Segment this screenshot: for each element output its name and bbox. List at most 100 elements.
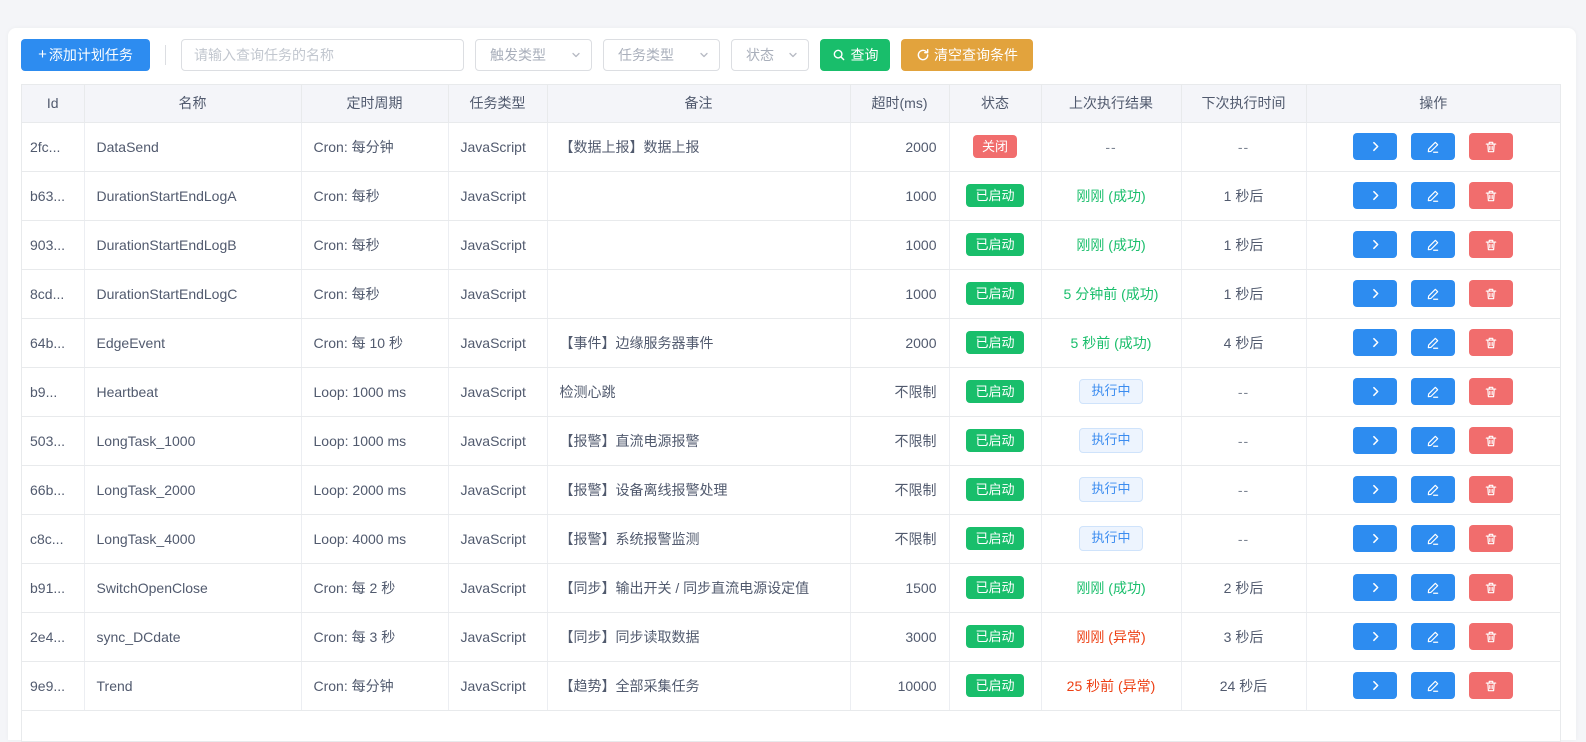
cell-last-result: 刚刚 (成功)	[1041, 563, 1181, 612]
delete-task-button[interactable]	[1469, 280, 1513, 307]
edit-task-button[interactable]	[1411, 280, 1455, 307]
chevron-right-icon	[1369, 532, 1382, 545]
cell-task-name: sync_DCdate	[84, 612, 301, 661]
run-task-button[interactable]	[1353, 574, 1397, 601]
run-task-button[interactable]	[1353, 231, 1397, 258]
column-header: 下次执行时间	[1181, 85, 1306, 122]
edit-task-button[interactable]	[1411, 378, 1455, 405]
delete-task-button[interactable]	[1469, 672, 1513, 699]
cell-task-type: JavaScript	[448, 563, 547, 612]
cell-task-type: JavaScript	[448, 465, 547, 514]
run-task-button[interactable]	[1353, 280, 1397, 307]
query-button[interactable]: 查询	[820, 39, 890, 71]
cell-actions	[1306, 220, 1560, 269]
cell-actions	[1306, 122, 1560, 171]
cell-last-result: --	[1041, 122, 1181, 171]
running-badge: 执行中	[1079, 477, 1142, 502]
cell-timeout: 2000	[850, 122, 949, 171]
trash-icon	[1484, 581, 1498, 595]
delete-task-button[interactable]	[1469, 623, 1513, 650]
delete-task-button[interactable]	[1469, 476, 1513, 503]
task-type-select[interactable]: 任务类型	[603, 39, 720, 71]
delete-task-button[interactable]	[1469, 574, 1513, 601]
cell-actions	[1306, 269, 1560, 318]
delete-task-button[interactable]	[1469, 231, 1513, 258]
delete-task-button[interactable]	[1469, 329, 1513, 356]
cell-task-name: Trend	[84, 661, 301, 710]
cell-schedule-period: Cron: 每秒	[301, 220, 448, 269]
delete-task-button[interactable]	[1469, 427, 1513, 454]
task-type-select-value: 任务类型	[618, 45, 674, 65]
cell-next-run-time: --	[1181, 465, 1306, 514]
pencil-icon	[1426, 483, 1440, 497]
cell-schedule-period: Cron: 每 10 秒	[301, 318, 448, 367]
delete-task-button[interactable]	[1469, 182, 1513, 209]
cell-timeout: 3000	[850, 612, 949, 661]
cell-task-id: 503...	[22, 416, 84, 465]
chevron-right-icon	[1369, 434, 1382, 447]
delete-task-button[interactable]	[1469, 133, 1513, 160]
table-row: b9...HeartbeatLoop: 1000 msJavaScript检测心…	[22, 367, 1560, 416]
cell-note: 【事件】边缘服务器事件	[547, 318, 850, 367]
column-header: 状态	[949, 85, 1041, 122]
cell-status: 已启动	[949, 220, 1041, 269]
status-badge: 已启动	[966, 380, 1023, 404]
cell-actions	[1306, 318, 1560, 367]
status-badge: 已启动	[966, 429, 1023, 453]
delete-task-button[interactable]	[1469, 525, 1513, 552]
cell-next-run-time: --	[1181, 367, 1306, 416]
cell-task-type: JavaScript	[448, 612, 547, 661]
run-task-button[interactable]	[1353, 378, 1397, 405]
cell-actions	[1306, 612, 1560, 661]
status-select[interactable]: 状态	[731, 39, 809, 71]
cell-task-id: c8c...	[22, 514, 84, 563]
edit-task-button[interactable]	[1411, 133, 1455, 160]
run-task-button[interactable]	[1353, 329, 1397, 356]
edit-task-button[interactable]	[1411, 427, 1455, 454]
edit-task-button[interactable]	[1411, 182, 1455, 209]
run-task-button[interactable]	[1353, 525, 1397, 552]
table-row: 9e9...TrendCron: 每分钟JavaScript【趋势】全部采集任务…	[22, 661, 1560, 710]
cell-task-type: JavaScript	[448, 661, 547, 710]
cell-task-type: JavaScript	[448, 122, 547, 171]
edit-task-button[interactable]	[1411, 525, 1455, 552]
run-task-button[interactable]	[1353, 133, 1397, 160]
edit-task-button[interactable]	[1411, 672, 1455, 699]
pencil-icon	[1426, 630, 1440, 644]
task-name-search-input[interactable]	[181, 39, 464, 71]
running-badge: 执行中	[1079, 428, 1142, 453]
edit-task-button[interactable]	[1411, 329, 1455, 356]
clear-query-button[interactable]: 清空查询条件	[901, 39, 1033, 71]
run-task-button[interactable]	[1353, 476, 1397, 503]
run-task-button[interactable]	[1353, 672, 1397, 699]
edit-task-button[interactable]	[1411, 623, 1455, 650]
cell-next-run-time: --	[1181, 122, 1306, 171]
cell-actions	[1306, 367, 1560, 416]
chevron-right-icon	[1369, 238, 1382, 251]
edit-task-button[interactable]	[1411, 476, 1455, 503]
trigger-type-select[interactable]: 触发类型	[475, 39, 592, 71]
cell-task-id: 8cd...	[22, 269, 84, 318]
cell-task-type: JavaScript	[448, 367, 547, 416]
edit-task-button[interactable]	[1411, 231, 1455, 258]
table-row: 903...DurationStartEndLogBCron: 每秒JavaSc…	[22, 220, 1560, 269]
last-result-text: 5 分钟前 (成功)	[1064, 286, 1159, 302]
cell-actions	[1306, 465, 1560, 514]
pencil-icon	[1426, 189, 1440, 203]
delete-task-button[interactable]	[1469, 378, 1513, 405]
refresh-icon	[916, 48, 930, 62]
add-task-button[interactable]: + 添加计划任务	[21, 39, 150, 71]
run-task-button[interactable]	[1353, 182, 1397, 209]
cell-task-name: SwitchOpenClose	[84, 563, 301, 612]
cell-last-result: 刚刚 (异常)	[1041, 612, 1181, 661]
chevron-right-icon	[1369, 287, 1382, 300]
edit-task-button[interactable]	[1411, 574, 1455, 601]
plus-icon: +	[38, 46, 47, 63]
cell-schedule-period: Loop: 2000 ms	[301, 465, 448, 514]
cell-schedule-period: Loop: 1000 ms	[301, 367, 448, 416]
run-task-button[interactable]	[1353, 623, 1397, 650]
cell-task-id: b63...	[22, 171, 84, 220]
cell-note: 【数据上报】数据上报	[547, 122, 850, 171]
status-badge: 已启动	[966, 576, 1023, 600]
run-task-button[interactable]	[1353, 427, 1397, 454]
